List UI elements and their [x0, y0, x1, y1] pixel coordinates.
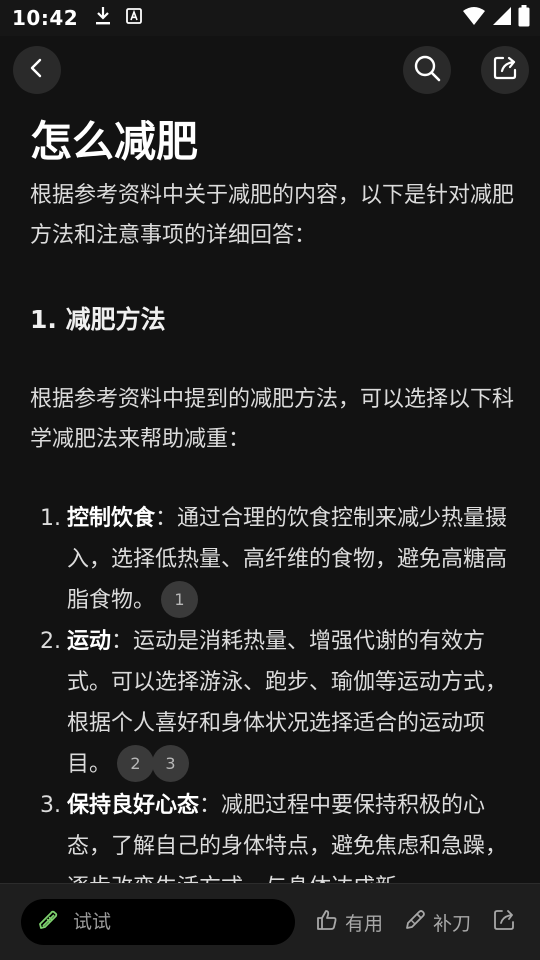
- list-item: 2. 运动：运动是消耗热量、增强代谢的有效方式。可以选择游泳、跑步、瑜伽等运动方…: [30, 621, 514, 785]
- list-item-body: 控制饮食：通过合理的饮食控制来减少热量摄入，选择低热量、高纤维的食物，避免高糖高…: [67, 498, 514, 621]
- back-icon: [26, 57, 48, 83]
- list-number: 3.: [40, 793, 61, 818]
- useful-label: 有用: [345, 913, 384, 935]
- answer-content: 怎么减肥 根据参考资料中关于减肥的内容，以下是针对减肥方法和注意事项的详细回答：…: [30, 114, 514, 883]
- list-item: 1. 控制饮食：通过合理的饮食控制来减少热量摄入，选择低热量、高纤维的食物，避免…: [30, 498, 514, 621]
- intro-paragraph: 根据参考资料中关于减肥的内容，以下是针对减肥方法和注意事项的详细回答：: [30, 183, 515, 248]
- list-item: 3. 保持良好心态：减肥过程中要保持积极的心态，了解自己的身体特点，避免焦虑和急…: [30, 785, 514, 883]
- bottom-bar: 有用 补刀: [0, 883, 540, 960]
- ask-input-pill[interactable]: [21, 899, 295, 945]
- share-answer-button[interactable]: [492, 908, 516, 937]
- battery-icon: [518, 5, 530, 31]
- method-list: 1. 控制饮食：通过合理的饮食控制来减少热量摄入，选择低热量、高纤维的食物，避免…: [30, 498, 514, 883]
- status-time: 10:42: [12, 6, 79, 30]
- share-button[interactable]: [481, 46, 529, 94]
- thumbs-up-icon: [315, 908, 339, 937]
- pen-icon: [403, 908, 427, 937]
- supplement-button[interactable]: 补刀: [403, 908, 471, 937]
- ask-input[interactable]: [73, 911, 263, 933]
- section-heading: 1. 减肥方法: [30, 305, 166, 334]
- citation-badge[interactable]: 3: [152, 744, 190, 782]
- list-item-body: 保持良好心态：减肥过程中要保持积极的心态，了解自己的身体特点，避免焦虑和急躁，逐…: [67, 785, 514, 883]
- list-term: 控制饮食: [67, 506, 156, 531]
- list-sep: ：: [199, 793, 222, 818]
- share-icon: [492, 55, 518, 85]
- list-item-body: 运动：运动是消耗热量、增强代谢的有效方式。可以选择游泳、跑步、瑜伽等运动方式，根…: [67, 621, 514, 785]
- wifi-icon: [462, 6, 486, 30]
- supplement-label: 补刀: [433, 913, 472, 935]
- answer-page: 怎么减肥 根据参考资料中关于减肥的内容，以下是针对减肥方法和注意事项的详细回答：…: [0, 36, 540, 883]
- citation-badge[interactable]: 1: [161, 580, 199, 618]
- list-sep: ：: [155, 506, 178, 531]
- list-term: 运动: [67, 629, 112, 654]
- share-icon: [492, 908, 516, 937]
- section-intro: 根据参考资料中提到的减肥方法，可以选择以下科学减肥法来帮助减重：: [30, 387, 515, 452]
- useful-button[interactable]: 有用: [315, 908, 383, 937]
- search-button[interactable]: [403, 46, 451, 94]
- page-title: 怎么减肥: [30, 117, 199, 166]
- status-right-icons: [462, 5, 530, 31]
- list-term: 保持良好心态: [67, 793, 200, 818]
- status-bar: 10:42: [0, 0, 540, 36]
- top-bar: [0, 36, 540, 104]
- status-left-icons: [94, 6, 143, 30]
- list-number: 1.: [40, 506, 61, 531]
- pencil-sparkle-icon: [37, 908, 61, 936]
- citation-badge[interactable]: 2: [117, 744, 155, 782]
- keyboard-a-icon: [126, 8, 143, 28]
- back-button[interactable]: [13, 46, 61, 94]
- search-icon: [413, 54, 441, 86]
- list-number: 2.: [40, 629, 61, 654]
- list-sep: ：: [111, 629, 134, 654]
- signal-icon: [492, 6, 512, 30]
- download-icon: [94, 6, 112, 30]
